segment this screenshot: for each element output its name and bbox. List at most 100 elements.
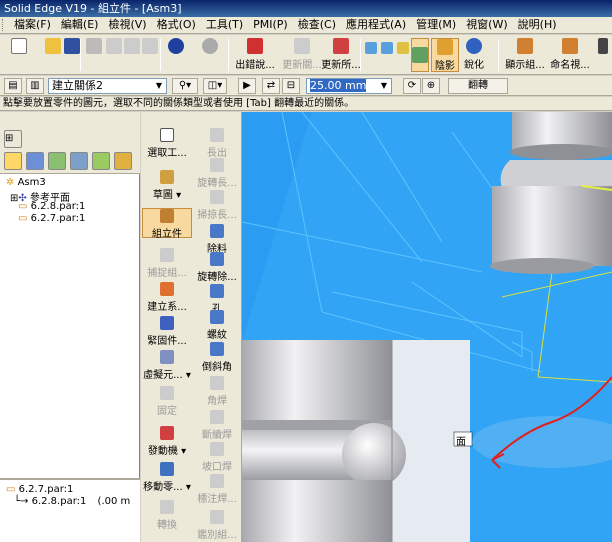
tab-layers[interactable] (48, 152, 66, 170)
named-views-button[interactable]: 命名視... (550, 38, 590, 72)
identify-button[interactable]: 鑑別組... (195, 510, 239, 541)
cube-icon (365, 42, 377, 54)
groove-weld-button[interactable]: 坡口焊 (195, 442, 239, 473)
prompt-bar: 點擊要放置零件的圖元，選取不同的關係類型或者使用 [Tab] 翻轉最近的關係。 (0, 97, 612, 111)
tab-assembly-pathfinder[interactable] (4, 152, 22, 170)
mate-button[interactable]: ⇄ (262, 78, 280, 94)
paste-button[interactable] (141, 38, 159, 72)
update-all-button[interactable]: 更新所... (320, 38, 362, 72)
transfer-icon (160, 500, 174, 514)
relation-row[interactable]: ▭ 6.2.7.par:1 (6, 484, 73, 495)
menu-tools[interactable]: 工具(T) (201, 17, 248, 33)
toolbar-separator (498, 39, 499, 71)
tab-parts-library[interactable] (26, 152, 44, 170)
update-all-icon (333, 38, 349, 54)
command-label: 發動機 (147, 446, 178, 457)
relation-list-icon: ⚲▾ (178, 80, 192, 91)
view-cube-button-1[interactable] (364, 38, 378, 72)
relation-type-button[interactable]: ▥ (26, 78, 44, 94)
swept-protrusion-button[interactable]: 掃掠長... (195, 190, 239, 221)
display-configurations-button[interactable]: 顯示組... (505, 38, 545, 72)
virtual-component-button[interactable]: 虛擬元... ▾ (142, 350, 192, 381)
assemble-button[interactable]: 組立件 (142, 208, 192, 240)
tab-feature-library[interactable] (92, 152, 110, 170)
edgebar-pin-button[interactable]: ⊞ (4, 130, 22, 148)
view-cube-button-2[interactable] (380, 38, 394, 72)
cube-icon (381, 42, 393, 54)
cutout-button[interactable]: 除料 (195, 224, 239, 255)
transfer-button[interactable]: 轉換 (142, 500, 192, 531)
relation-list-button[interactable]: ⚲▾ (172, 78, 198, 94)
shaded-edges-button[interactable] (411, 38, 429, 72)
tree-item-part2[interactable]: ▭ 6.2.7.par:1 (18, 213, 85, 224)
part-icon: ▭ (6, 484, 16, 495)
cut-button[interactable] (105, 38, 123, 72)
offset-input[interactable]: 25.00 mm ▼ (306, 78, 392, 94)
revolved-cutout-button[interactable]: 旋轉除... (195, 252, 239, 283)
tab-help[interactable] (114, 152, 132, 170)
shaded-cube-icon (437, 39, 453, 55)
chamfer-button[interactable]: 倒斜角 (195, 342, 239, 373)
menu-pmi[interactable]: PMI(P) (248, 17, 293, 33)
sharpen-button[interactable]: 銳化 (461, 38, 487, 72)
flip-button[interactable]: 翻轉 (448, 78, 508, 94)
copy-button[interactable] (123, 38, 141, 72)
save-button[interactable] (63, 38, 81, 72)
graphics-viewport[interactable]: 面 (242, 112, 612, 542)
print-button[interactable] (85, 38, 103, 72)
window-title: Solid Edge V19 - 組立件 - [Asm3] (4, 2, 182, 15)
tree-item-part1[interactable]: ▭ 6.2.8.par:1 (18, 201, 85, 212)
zoom-inset (242, 340, 470, 542)
tree-root[interactable]: ✲ Asm3 (6, 177, 46, 188)
select-tool-button[interactable]: 選取工... (142, 128, 192, 159)
shaded-button[interactable]: 陰影 (431, 38, 459, 72)
menu-manage[interactable]: 管理(M) (411, 17, 461, 33)
move-part-button[interactable]: 移動零... ▾ (142, 462, 192, 493)
toolbar-overflow-button[interactable] (596, 38, 610, 72)
ground-button[interactable]: 固定 (142, 386, 192, 417)
options-button[interactable]: ▤ (4, 78, 22, 94)
menu-view[interactable]: 檢視(V) (103, 17, 151, 33)
relation-row[interactable]: └→ 6.2.8.par:1 (.00 m (14, 496, 130, 507)
sketch-button[interactable]: 草圖 ▾ (142, 170, 192, 201)
revolved-protrusion-button[interactable]: 旋轉長... (195, 158, 239, 189)
fillet-weld-button[interactable]: 角焊 (195, 376, 239, 407)
undo-button[interactable] (164, 38, 188, 72)
lock-button[interactable]: ⊕ (422, 78, 440, 94)
error-assistant-button[interactable]: 出錯說... (234, 38, 276, 72)
relation-select[interactable]: 建立關係2 ▼ (48, 78, 167, 94)
offset-icon: ⊟ (286, 80, 296, 91)
bolt-icon (160, 316, 174, 330)
capture-fit-button[interactable]: 捕捉組... (142, 248, 192, 279)
protrusion-button[interactable]: 長出 (195, 128, 239, 159)
offset-button[interactable]: ⊟ (282, 78, 300, 94)
stitch-weld-button[interactable]: 斷續焊 (195, 410, 239, 441)
create-system-button[interactable]: 建立系... (142, 282, 192, 313)
thread-button[interactable]: 螺紋 (195, 310, 239, 341)
new-button[interactable] (8, 38, 30, 72)
sweep-icon (210, 190, 224, 204)
rotate-button[interactable]: ⟳ (403, 78, 421, 94)
open-button[interactable] (44, 38, 62, 72)
redo-button[interactable] (198, 38, 222, 72)
menu-window[interactable]: 視窗(W) (461, 17, 512, 33)
menu-help[interactable]: 說明(H) (513, 17, 562, 33)
update-links-button[interactable]: 更新關... (281, 38, 323, 72)
fastener-button[interactable]: 緊固件... (142, 316, 192, 347)
menu-format[interactable]: 格式(O) (152, 17, 201, 33)
arrow-icon (160, 128, 174, 142)
groove-weld-icon (210, 442, 224, 456)
tab-sensors[interactable] (70, 152, 88, 170)
view-cube-button-3[interactable] (396, 38, 410, 72)
menu-file[interactable]: 檔案(F) (9, 17, 56, 33)
menu-inspect[interactable]: 檢查(C) (293, 17, 341, 33)
command-label: 倒斜角 (202, 362, 232, 373)
menu-edit[interactable]: 編輯(E) (56, 17, 104, 33)
menu-applications[interactable]: 應用程式(A) (341, 17, 411, 33)
offset-input-value: 25.00 mm (310, 79, 367, 92)
toolbar-separator (80, 39, 81, 71)
label-weld-button[interactable]: 標注焊... (195, 474, 239, 505)
motor-button[interactable]: 發動機 ▾ (142, 426, 192, 457)
arrange-button[interactable]: ◫▾ (203, 78, 227, 94)
step-button[interactable]: ▶ (238, 78, 256, 94)
